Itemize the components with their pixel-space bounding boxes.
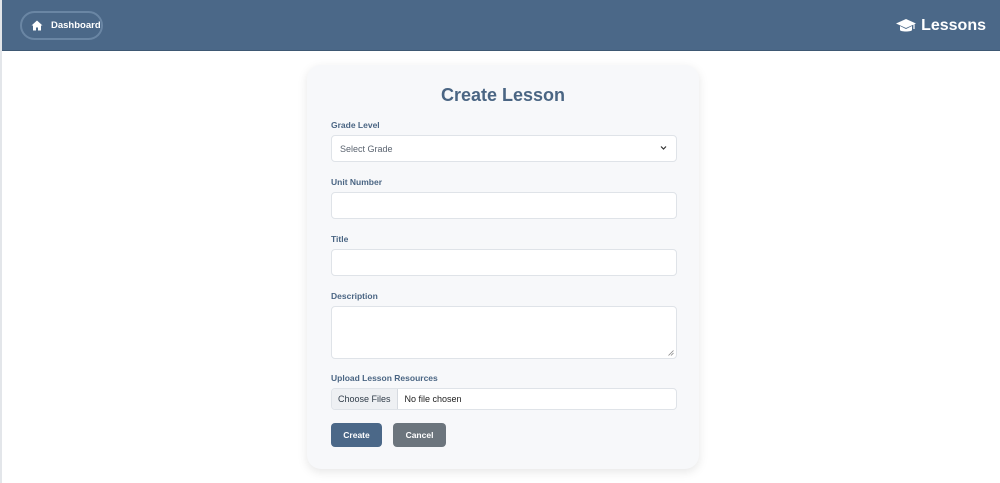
form-title: Create Lesson: [440, 85, 566, 105]
file-upload-input[interactable]: Choose Files No file chosen: [331, 388, 677, 410]
choose-files-button[interactable]: Choose Files: [332, 389, 398, 409]
dashboard-button-label: Dashboard: [51, 20, 101, 31]
dashboard-button[interactable]: Dashboard: [20, 11, 103, 40]
file-status-text: No file chosen: [404, 394, 462, 404]
cancel-button[interactable]: Cancel: [393, 423, 446, 447]
description-label: Description: [331, 291, 378, 301]
title-label: Title: [331, 234, 349, 244]
unit-number-input[interactable]: [331, 192, 677, 219]
upload-label: Upload Lesson Resources: [331, 373, 438, 383]
brand: Lessons: [895, 13, 986, 39]
description-textarea[interactable]: [331, 306, 677, 359]
home-icon: [31, 20, 43, 31]
grade-level-value: Select Grade: [340, 143, 393, 154]
unit-number-label: Unit Number: [331, 177, 382, 187]
title-input[interactable]: [331, 249, 677, 276]
brand-title: Lessons: [921, 17, 986, 34]
grade-level-label: Grade Level: [331, 120, 380, 130]
chevron-down-icon: [660, 146, 667, 150]
resize-handle-icon[interactable]: [668, 350, 674, 356]
create-button[interactable]: Create: [331, 423, 382, 447]
grade-level-select[interactable]: Select Grade: [331, 135, 677, 162]
page: Dashboard Lessons Create Lesson Grade Le…: [0, 0, 1000, 483]
graduation-cap-icon: [896, 19, 917, 32]
create-lesson-card: Create Lesson Grade Level Select Grade U…: [307, 65, 699, 469]
top-navbar: Dashboard Lessons: [2, 0, 1000, 51]
